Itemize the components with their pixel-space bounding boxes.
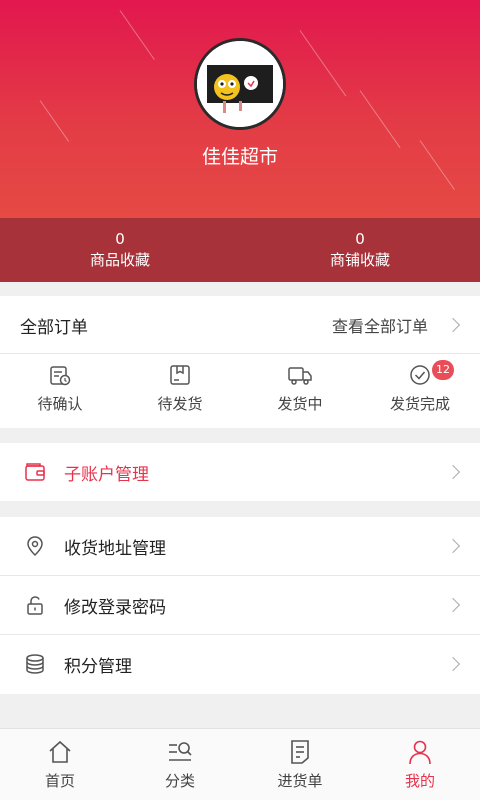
sub-account-card: 子账户管理: [0, 443, 480, 501]
favorites-stats-bar: 0 商品收藏 0 商铺收藏: [0, 218, 480, 282]
decor-streak: [119, 10, 155, 60]
order-status-shipping[interactable]: 发货中: [240, 350, 360, 426]
product-favorites-label: 商品收藏: [89, 251, 150, 269]
tab-label: 我的: [404, 772, 435, 790]
chevron-right-icon: [445, 464, 461, 480]
all-orders-title: 全部订单: [20, 317, 88, 338]
order-status-label: 发货中: [277, 394, 323, 413]
address-management-label: 收货地址管理: [64, 538, 166, 559]
order-status-label: 待发货: [157, 394, 203, 413]
shop-favorites-stat[interactable]: 0 商铺收藏: [240, 218, 480, 282]
product-favorites-stat[interactable]: 0 商品收藏: [0, 218, 240, 282]
bottom-tab-bar: 首页 分类 进货单 我的: [0, 728, 480, 800]
check-circle-icon: [410, 364, 430, 385]
tab-category[interactable]: 分类: [120, 729, 240, 800]
wallet-icon: [25, 463, 45, 481]
change-password-row[interactable]: 修改登录密码: [0, 576, 480, 634]
decor-streak: [299, 30, 347, 97]
tab-mine[interactable]: 我的: [360, 729, 480, 800]
sub-account-label: 子账户管理: [64, 464, 149, 485]
shop-avatar[interactable]: [194, 38, 286, 130]
category-search-icon: [169, 742, 192, 761]
tab-label: 分类: [164, 772, 195, 790]
product-favorites-count: 0: [115, 230, 125, 248]
home-icon: [49, 740, 71, 763]
tab-label: 首页: [44, 772, 75, 790]
settings-card: 收货地址管理 修改登录密码 积分管理: [0, 517, 480, 694]
shop-favorites-count: 0: [355, 230, 365, 248]
user-icon: [409, 740, 431, 765]
lock-icon: [27, 596, 43, 615]
tab-home[interactable]: 首页: [0, 729, 120, 800]
purchase-list-icon: [291, 740, 309, 764]
profile-header: 佳佳超市: [0, 0, 480, 218]
order-status-completed[interactable]: 发货完成 12: [360, 350, 480, 426]
shop-logo-icon: [197, 41, 283, 127]
points-management-row[interactable]: 积分管理: [0, 635, 480, 693]
points-management-label: 积分管理: [64, 656, 132, 677]
order-status-pending-ship[interactable]: 待发货: [120, 350, 240, 426]
all-orders-row[interactable]: 全部订单 查看全部订单: [0, 296, 480, 354]
clipboard-clock-icon: [50, 365, 71, 385]
chevron-right-icon: [445, 597, 461, 613]
order-status-pending-confirm[interactable]: 待确认: [0, 350, 120, 426]
chevron-right-icon: [445, 317, 461, 333]
order-status-label: 发货完成: [389, 394, 450, 413]
orders-card: 全部订单 查看全部订单 待确认 待发货 发货中 发货完成 12: [0, 296, 480, 428]
chevron-right-icon: [445, 538, 461, 554]
sub-account-row[interactable]: 子账户管理: [0, 443, 480, 501]
order-status-label: 待确认: [37, 394, 83, 413]
completed-count-badge: 12: [432, 360, 454, 380]
chevron-right-icon: [445, 656, 461, 672]
location-pin-icon: [27, 536, 43, 557]
package-box-icon: [170, 364, 190, 385]
change-password-label: 修改登录密码: [64, 597, 166, 618]
tab-purchase-list[interactable]: 进货单: [240, 729, 360, 800]
tab-label: 进货单: [277, 772, 323, 790]
order-status-grid: 待确认 待发货 发货中 发货完成 12: [0, 350, 480, 426]
decor-streak: [39, 100, 70, 142]
view-all-orders-link[interactable]: 查看全部订单: [332, 313, 428, 337]
decor-streak: [359, 90, 401, 149]
delivery-truck-icon: [288, 366, 312, 385]
address-management-row[interactable]: 收货地址管理: [0, 517, 480, 575]
shop-favorites-label: 商铺收藏: [329, 251, 390, 269]
shop-name: 佳佳超市: [201, 146, 278, 168]
coins-stack-icon: [26, 654, 44, 674]
